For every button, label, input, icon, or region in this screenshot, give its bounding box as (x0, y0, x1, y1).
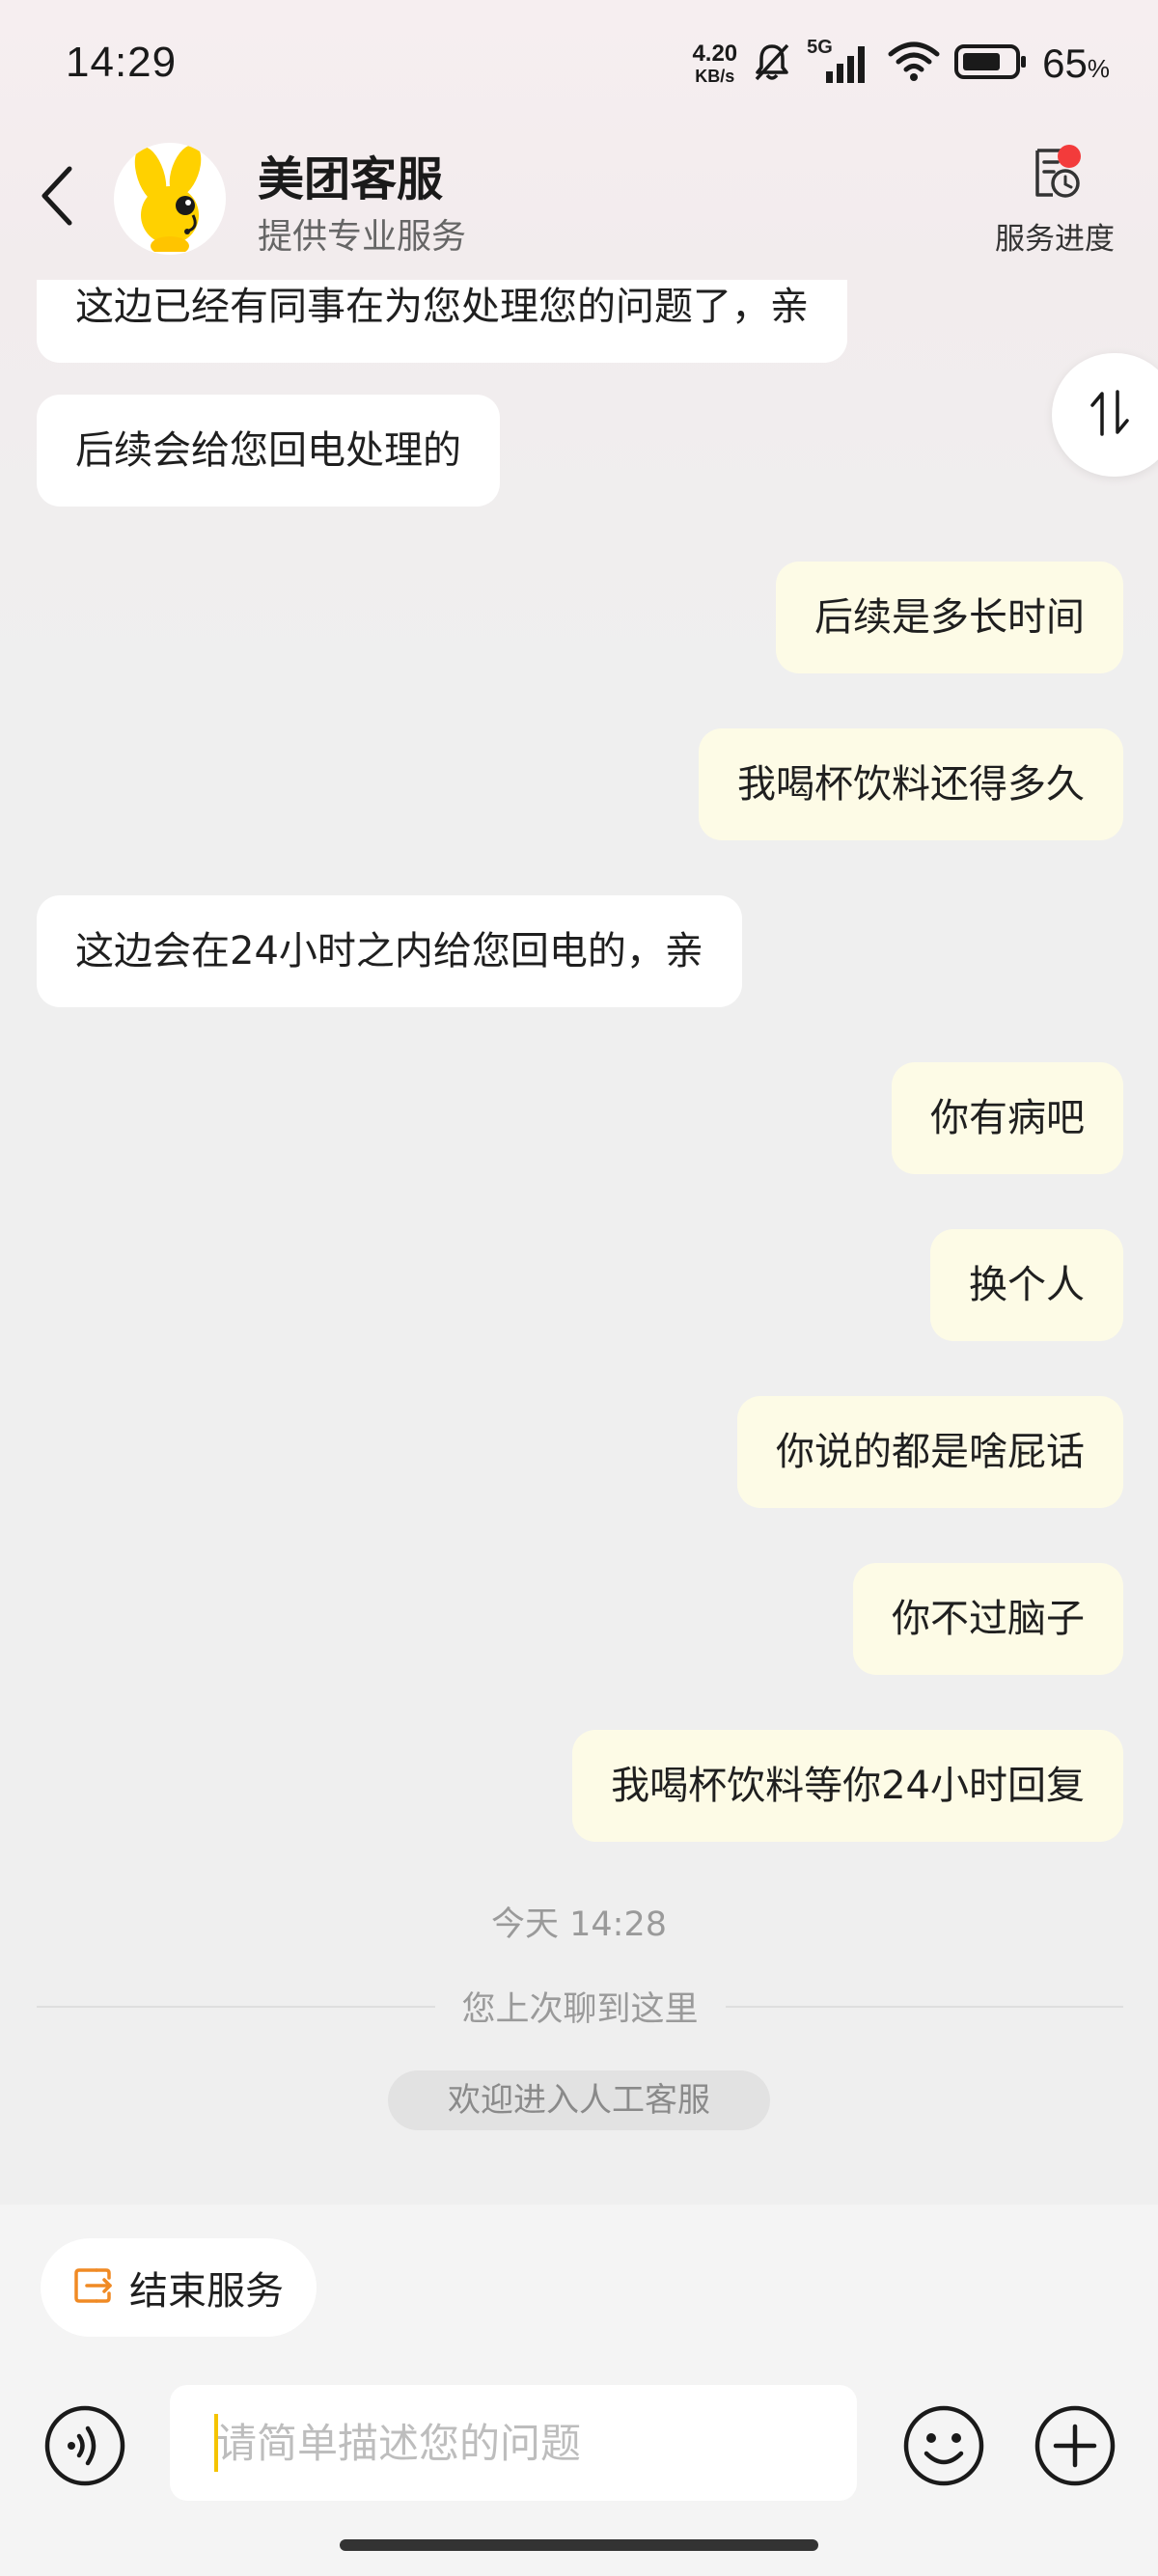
system-message: 欢迎进入人工客服 (388, 2070, 770, 2130)
bottom-toolbar: 结束服务 (0, 2205, 1158, 2576)
battery-icon (953, 42, 1029, 85)
divider-line (37, 2005, 435, 2008)
emoji-button[interactable] (901, 2403, 986, 2488)
last-read-label: 您上次聊到这里 (461, 1990, 699, 2029)
voice-icon (42, 2405, 127, 2492)
home-indicator[interactable] (340, 2539, 818, 2551)
back-button[interactable] (29, 164, 87, 232)
bell-off-icon (751, 41, 793, 87)
notification-dot (1058, 145, 1081, 168)
kangaroo-mascot-icon (134, 146, 202, 252)
divider-line (725, 2005, 1124, 2008)
status-time: 14:29 (66, 39, 178, 86)
page-subtitle: 提供专业服务 (258, 217, 467, 257)
message-input[interactable] (216, 2419, 857, 2467)
message-bubble[interactable]: 这边会在24小时之内给您回电的，亲 (37, 895, 742, 1007)
plus-icon (1033, 2405, 1117, 2492)
battery-percent-symbol: % (1087, 54, 1110, 83)
last-read-divider: 您上次聊到这里 (37, 1982, 1124, 2031)
message-bubble[interactable]: 后续会给您回电处理的 (37, 395, 500, 507)
message-bubble[interactable]: 我喝杯饮料等你24小时回复 (572, 1730, 1123, 1842)
end-service-button[interactable]: 结束服务 (41, 2238, 317, 2337)
message-bubble[interactable]: 我喝杯饮料还得多久 (699, 728, 1123, 840)
message-bubble[interactable]: 你不过脑子 (853, 1563, 1123, 1675)
chat-timestamp: 今天 14:28 (491, 1905, 667, 1944)
chevron-left-icon (39, 165, 77, 231)
message-bubble[interactable]: 换个人 (930, 1229, 1123, 1341)
network-speed-unit: KB/s (695, 67, 735, 86)
service-progress-label: 服务进度 (995, 222, 1115, 257)
wifi-icon (888, 41, 940, 87)
exit-icon (71, 2264, 114, 2311)
service-progress-button[interactable]: 服务进度 (982, 145, 1127, 270)
network-speed-value: 4.20 (692, 41, 738, 67)
end-service-label: 结束服务 (129, 2269, 284, 2314)
message-input-box[interactable] (170, 2385, 857, 2501)
battery-percent: 65% (1042, 41, 1110, 87)
message-bubble[interactable]: 这边已经有同事在为您处理您的问题了，亲 (37, 280, 847, 363)
avatar[interactable] (114, 143, 226, 255)
message-bubble[interactable]: 你说的都是啥屁话 (737, 1396, 1123, 1508)
smiley-icon (901, 2405, 986, 2492)
more-options-button[interactable] (1033, 2403, 1117, 2488)
page-title: 美团客服 (258, 152, 444, 206)
message-bubble[interactable]: 后续是多长时间 (776, 562, 1123, 673)
up-down-arrows-icon (1089, 388, 1131, 442)
voice-input-button[interactable] (42, 2403, 127, 2488)
battery-percent-value: 65 (1042, 41, 1088, 86)
chat-messages[interactable]: 这边已经有同事在为您处理您的问题了，亲 后续会给您回电处理的 后续是多长时间 我… (0, 280, 1158, 2205)
chat-header: 美团客服 提供专业服务 服务进度 (0, 116, 1158, 280)
text-cursor (214, 2414, 218, 2472)
status-bar: 14:29 4.20 KB/s 5G 65% (0, 0, 1158, 116)
network-speed: 4.20 KB/s (692, 41, 738, 86)
message-bubble[interactable]: 你有病吧 (892, 1062, 1123, 1174)
status-icons: 4.20 KB/s 5G 65% (692, 35, 1110, 93)
cellular-signal-icon: 5G (807, 37, 874, 85)
